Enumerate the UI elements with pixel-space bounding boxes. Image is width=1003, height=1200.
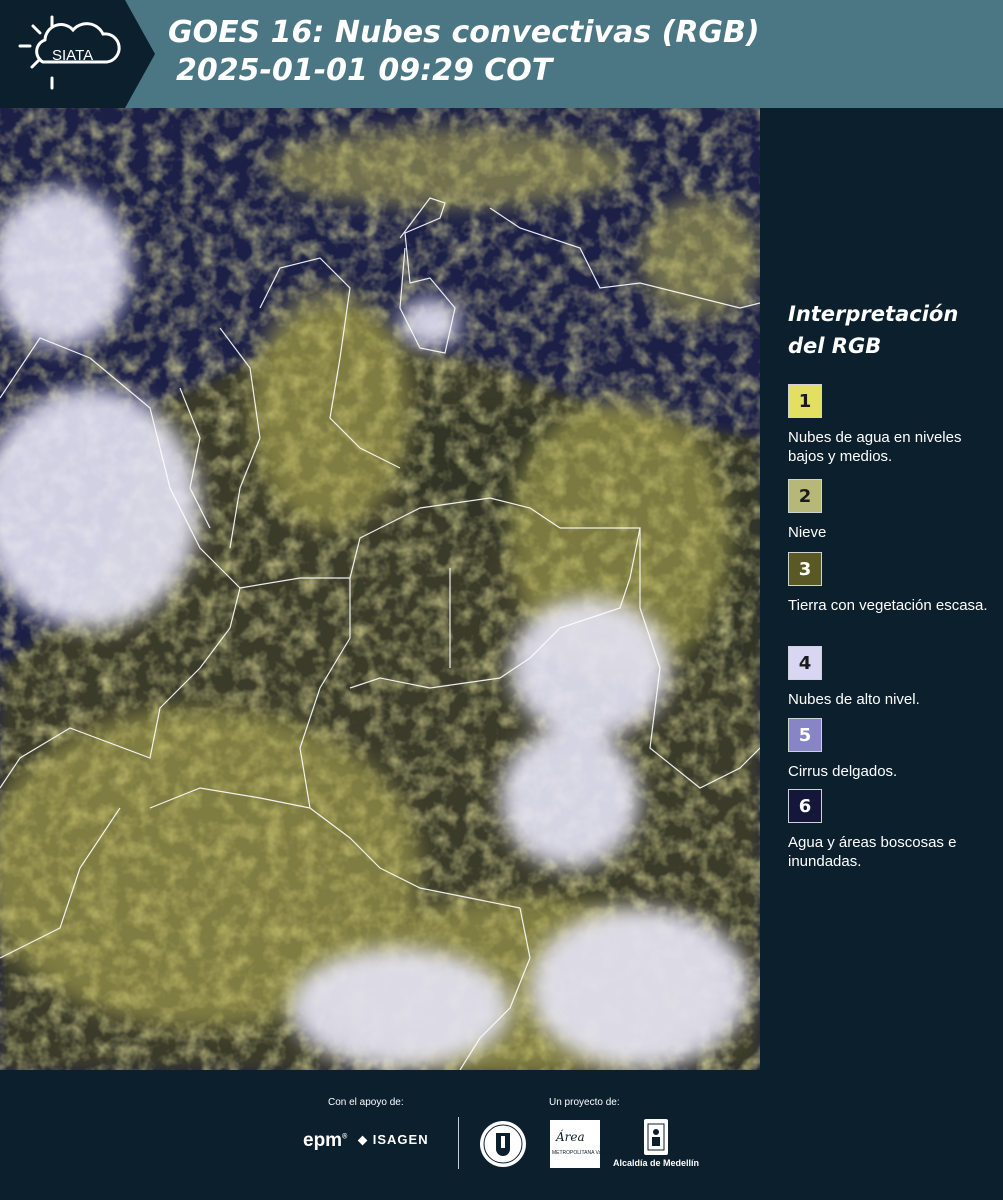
page-title: GOES 16: Nubes convectivas (RGB) 2025-01… — [168, 14, 760, 90]
legend-label-4: Nubes de alto nivel. — [788, 691, 920, 708]
legend-label-1: Nubes de agua en niveles bajos y medios. — [788, 429, 962, 465]
legend-panel: Interpretación del RGB 1 Nubes de agua e… — [760, 108, 1003, 1070]
isagen-logo-text: ISAGEN — [372, 1132, 429, 1147]
siata-logo-text: SIATA — [52, 47, 93, 64]
isagen-logo[interactable]: ⬥ ISAGEN — [358, 1132, 429, 1148]
legend-title: Interpretación del RGB — [788, 298, 958, 362]
area-metropolitana-logo[interactable]: Área METROPOLITANA Valle de Aburrá — [550, 1120, 629, 1168]
legend-label-6: Agua y áreas boscosas e inundadas. — [788, 834, 957, 870]
legend-item-5: 5 Cirrus delgados. — [788, 718, 998, 781]
footer-divider — [458, 1117, 459, 1169]
footer-bar: Con el apoyo de: Un proyecto de: epm® ⬥ … — [0, 1070, 1003, 1200]
satellite-map[interactable] — [0, 108, 760, 1070]
siata-logo[interactable]: SIATA — [0, 0, 155, 108]
isagen-icon: ⬥ — [358, 1132, 369, 1147]
legend-swatch-3: 3 — [788, 552, 822, 586]
university-seal-icon[interactable] — [478, 1119, 528, 1169]
epm-logo-text: epm — [303, 1130, 343, 1151]
legend-title-line-1: Interpretación — [788, 302, 959, 326]
legend-swatch-1: 1 — [788, 384, 822, 418]
legend-swatch-4: 4 — [788, 646, 822, 680]
project-label: Un proyecto de: — [549, 1097, 620, 1108]
alcaldia-shield-icon[interactable] — [643, 1118, 669, 1156]
epm-logo[interactable]: epm® — [303, 1130, 347, 1152]
legend-title-line-2: del RGB — [788, 334, 882, 358]
legend-item-6: 6 Agua y áreas boscosas e inundadas. — [788, 789, 998, 871]
area-logo-subtitle: METROPOLITANA Valle de Aburrá — [552, 1150, 630, 1156]
title-line-1: GOES 16: Nubes convectivas (RGB) — [168, 15, 760, 50]
legend-swatch-6: 6 — [788, 789, 822, 823]
legend-swatch-5: 5 — [788, 718, 822, 752]
header-bar: SIATA GOES 16: Nubes convectivas (RGB) 2… — [0, 0, 1003, 108]
legend-item-1: 1 Nubes de agua en niveles bajos y medio… — [788, 384, 998, 466]
legend-item-3: 3 Tierra con vegetación escasa. — [788, 552, 998, 615]
legend-item-2: 2 Nieve — [788, 479, 998, 542]
support-label: Con el apoyo de: — [328, 1097, 404, 1108]
area-logo-name: Área — [556, 1130, 585, 1144]
legend-swatch-2: 2 — [788, 479, 822, 513]
legend-item-4: 4 Nubes de alto nivel. — [788, 646, 998, 709]
alcaldia-label: Alcaldía de Medellín — [613, 1158, 700, 1168]
satellite-image — [0, 108, 760, 1070]
title-timestamp: 2025-01-01 09:29 COT — [176, 53, 553, 88]
legend-label-2: Nieve — [788, 524, 827, 541]
legend-label-3: Tierra con vegetación escasa. — [788, 597, 988, 614]
legend-label-5: Cirrus delgados. — [788, 763, 898, 780]
